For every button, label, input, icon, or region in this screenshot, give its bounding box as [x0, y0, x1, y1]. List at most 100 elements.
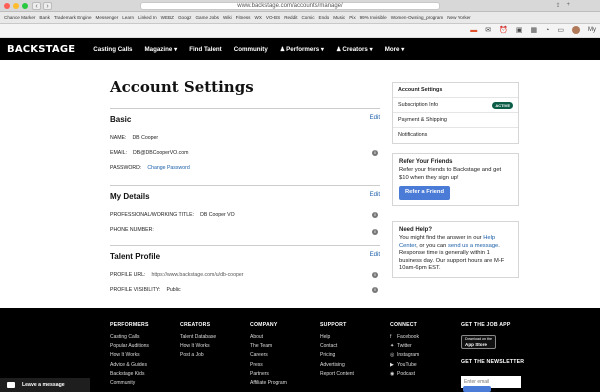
back-icon[interactable]: ‹: [32, 2, 41, 10]
info-icon[interactable]: i: [372, 212, 378, 218]
basic-section: Basic Edit NAME: DB Cooper EMAIL: DB@DBCoo…: [110, 108, 380, 171]
bookmark-item[interactable]: Trademark Engine: [54, 15, 92, 20]
podcast-label: Podcast: [397, 370, 416, 377]
app-store-button[interactable]: Download on the App Store: [461, 335, 496, 349]
bookmark-item[interactable]: 99% Invisible: [360, 15, 387, 20]
footer-twitter-link[interactable]: ✦ Twitter: [390, 342, 419, 351]
footer-link[interactable]: Backstage Kids: [110, 370, 149, 379]
send-message-link[interactable]: send us a message: [448, 243, 498, 249]
minimize-window-icon[interactable]: [13, 3, 19, 9]
bookmark-item[interactable]: Women-Owning_program: [391, 15, 444, 20]
footer-link[interactable]: Partners: [250, 370, 287, 379]
nav-casting-calls[interactable]: Casting Calls: [93, 46, 132, 53]
profile-label[interactable]: My: [588, 27, 596, 33]
window-controls[interactable]: [4, 3, 28, 9]
footer-link[interactable]: Advice & Guides: [110, 361, 149, 370]
working-title-value: DB Cooper VO: [200, 212, 235, 218]
footer-link[interactable]: Help: [320, 333, 354, 342]
bookmark-item[interactable]: Learn: [122, 15, 134, 20]
alarm-icon[interactable]: ⏰: [499, 26, 508, 34]
nav-community[interactable]: Community: [234, 46, 268, 53]
edit-basic-button[interactable]: Edit: [370, 115, 380, 121]
footer-link[interactable]: Advertising: [320, 361, 354, 370]
bookmark-item[interactable]: Music: [333, 15, 345, 20]
bookmark-item[interactable]: Googz: [178, 15, 192, 20]
bookmark-item[interactable]: New Yorker: [447, 15, 471, 20]
footer-link[interactable]: Careers: [250, 351, 287, 360]
bookmark-item[interactable]: Messenger: [96, 15, 119, 20]
address-bar[interactable]: www.backstage.com/accounts/manage/: [140, 2, 440, 10]
bookmark-item[interactable]: Pix: [349, 15, 355, 20]
bookmark-item[interactable]: Fitness: [236, 15, 251, 20]
footer-link[interactable]: How It Works: [180, 342, 216, 351]
browser-toolbar-icons: ⇪ +: [555, 2, 570, 9]
edit-details-button[interactable]: Edit: [370, 192, 380, 198]
bookmark-item[interactable]: Linked In: [138, 15, 157, 20]
footer-link[interactable]: Casting Calls: [110, 333, 149, 342]
bookmark-item[interactable]: Bank: [39, 15, 49, 20]
footer-link[interactable]: Talent Database: [180, 333, 216, 342]
bookmark-item[interactable]: Game Jobs: [195, 15, 219, 20]
info-icon[interactable]: i: [372, 287, 378, 293]
password-row: PASSWORD: Change Password: [110, 165, 380, 171]
nav-more[interactable]: More ▾: [385, 46, 405, 53]
bookmark-item[interactable]: Reddit: [284, 15, 297, 20]
footer-link[interactable]: The Team: [250, 342, 287, 351]
footer-instagram-link[interactable]: ◎ Instagram: [390, 351, 419, 360]
info-icon[interactable]: i: [372, 272, 378, 278]
backstage-logo[interactable]: BACKSTAGE: [7, 44, 75, 55]
menu-notifications[interactable]: Notifications: [393, 128, 518, 143]
calendar-icon[interactable]: ▦: [531, 26, 538, 34]
nav-find-talent[interactable]: Find Talent: [189, 46, 222, 53]
footer-link[interactable]: Popular Auditions: [110, 342, 149, 351]
footer-podcast-link[interactable]: ◉ Podcast: [390, 370, 419, 379]
menu-subscription-info[interactable]: Subscription Info ACTIVE: [393, 98, 518, 113]
bookmark-item[interactable]: WEBZ: [161, 15, 174, 20]
footer-link[interactable]: Community: [110, 379, 149, 388]
menu-account-settings[interactable]: Account Settings: [393, 83, 518, 98]
message-icon[interactable]: ▭: [557, 26, 564, 34]
forward-icon[interactable]: ›: [43, 2, 52, 10]
footer-facebook-link[interactable]: f Facebook: [390, 333, 419, 342]
nav-magazine[interactable]: Magazine ▾: [144, 46, 177, 53]
nav-performers[interactable]: ♟Performers ▾: [280, 46, 324, 53]
bookmark-item[interactable]: Wiki: [223, 15, 232, 20]
bookmark-item[interactable]: Endo: [319, 15, 330, 20]
bookmark-item[interactable]: Comic: [301, 15, 314, 20]
avatar[interactable]: [572, 26, 580, 34]
info-icon[interactable]: i: [372, 229, 378, 235]
bookmark-item[interactable]: Chance Marker: [4, 15, 35, 20]
refer-friend-button[interactable]: Refer a Friend: [399, 186, 450, 200]
footer-link[interactable]: Post a Job: [180, 351, 216, 360]
footer-link[interactable]: Pricing: [320, 351, 354, 360]
footer-link[interactable]: How It Works: [110, 351, 149, 360]
camera-icon[interactable]: ▣: [516, 26, 523, 34]
maximize-window-icon[interactable]: [22, 3, 28, 9]
footer-link[interactable]: About: [250, 333, 287, 342]
edit-talent-button[interactable]: Edit: [370, 252, 380, 258]
working-title-label: PROFESSIONAL/WORKING TITLE:: [110, 212, 195, 218]
leave-message-button[interactable]: Leave a message: [0, 378, 90, 392]
menu-payment-shipping[interactable]: Payment & Shipping: [393, 113, 518, 128]
footer-link[interactable]: Affiliate Program: [250, 379, 287, 388]
footer-link[interactable]: Press: [250, 361, 287, 370]
extension-flag-icon[interactable]: ▬: [470, 27, 477, 34]
newsletter-submit-button[interactable]: [463, 386, 491, 392]
footer-youtube-link[interactable]: ▶ YouTube: [390, 361, 419, 370]
new-tab-icon[interactable]: +: [566, 2, 570, 9]
mail-icon[interactable]: ✉: [485, 26, 491, 34]
info-icon[interactable]: i: [372, 150, 378, 156]
share-icon[interactable]: ⇪: [555, 2, 560, 9]
bookmark-item[interactable]: VO-BS: [266, 15, 280, 20]
change-password-link[interactable]: Change Password: [147, 165, 189, 171]
footer-link[interactable]: Report Content: [320, 370, 354, 379]
bookmark-item[interactable]: WX: [254, 15, 261, 20]
profile-url-value[interactable]: https://www.backstage.com/u/db-cooper: [151, 272, 243, 278]
section-title: My Details: [110, 192, 150, 201]
bell-icon[interactable]: ◔: [545, 27, 549, 34]
footer-heading: SUPPORT: [320, 322, 347, 328]
footer-link[interactable]: Contact: [320, 342, 354, 351]
visibility-row: PROFILE VISIBILITY: Public i: [110, 287, 380, 293]
close-window-icon[interactable]: [4, 3, 10, 9]
nav-creators[interactable]: ♟Creators ▾: [336, 46, 373, 53]
